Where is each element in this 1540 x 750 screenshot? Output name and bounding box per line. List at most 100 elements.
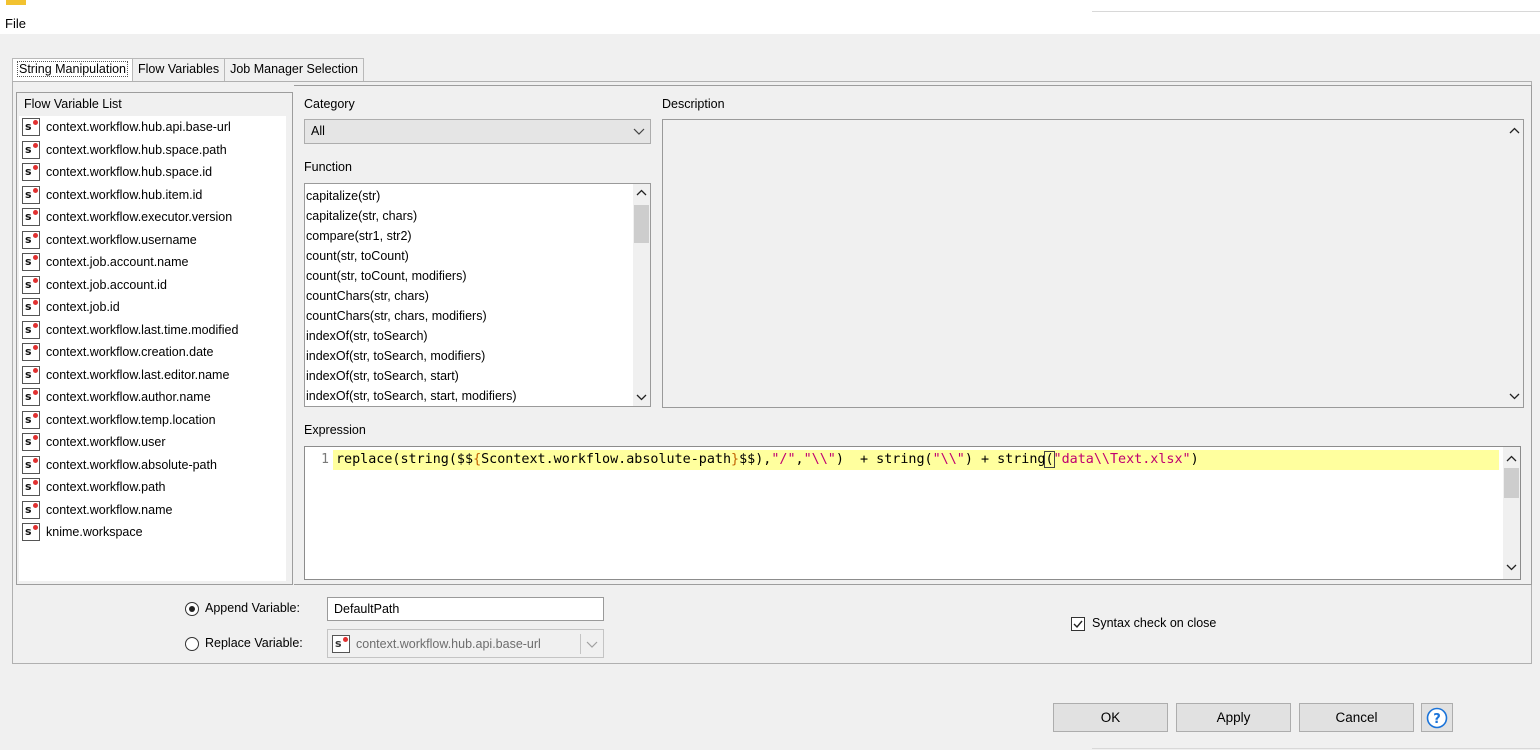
code-token: "\\": [932, 452, 965, 467]
flow-variable-name: context.workflow.absolute-path: [46, 457, 217, 472]
flow-variable-item[interactable]: s context.workflow.last.editor.name: [19, 364, 286, 387]
flow-variable-item[interactable]: s context.workflow.creation.date: [19, 341, 286, 364]
string-type-icon: s: [22, 320, 40, 339]
flow-variable-item[interactable]: s context.workflow.absolute-path: [19, 454, 286, 477]
function-item[interactable]: capitalize(str): [305, 186, 633, 206]
tab-string-manipulation[interactable]: String Manipulation: [12, 58, 134, 83]
category-select[interactable]: All: [304, 119, 651, 144]
code-token: ): [1190, 452, 1199, 467]
flow-variable-item[interactable]: s context.workflow.hub.space.path: [19, 139, 286, 162]
scroll-down-icon[interactable]: [1509, 391, 1520, 401]
string-type-icon: s: [22, 208, 40, 227]
string-type-icon: s: [22, 365, 40, 384]
function-item[interactable]: capitalize(str, chars): [305, 206, 633, 226]
code-token: "\\": [803, 452, 836, 467]
flow-variable-item[interactable]: s context.workflow.author.name: [19, 386, 286, 409]
flow-variable-name: context.workflow.username: [46, 232, 197, 247]
replace-variable-label: Replace Variable:: [205, 636, 303, 650]
flow-variable-name: context.job.id: [46, 300, 120, 315]
append-variable-label: Append Variable:: [205, 601, 300, 615]
tab-bar: String Manipulation Flow Variables Job M…: [12, 58, 364, 83]
menu-file[interactable]: File: [5, 16, 26, 31]
append-variable-input[interactable]: DefaultPath: [327, 597, 604, 621]
flow-variable-name: context.workflow.temp.location: [46, 412, 216, 427]
flow-variable-item[interactable]: s context.workflow.hub.space.id: [19, 161, 286, 184]
function-label: Function: [304, 160, 352, 174]
flow-variable-name: context.workflow.executor.version: [46, 210, 233, 225]
string-type-icon: s: [22, 433, 40, 452]
flow-variable-name: context.job.account.id: [46, 277, 167, 292]
function-item[interactable]: indexOf(str, toSearch, start, modifiers): [305, 386, 633, 406]
flow-variable-item[interactable]: s knime.workspace: [19, 521, 286, 544]
flow-variable-item[interactable]: s context.workflow.name: [19, 499, 286, 522]
code-token: }: [731, 452, 740, 467]
function-list[interactable]: capitalize(str) capitalize(str, chars) com…: [304, 183, 651, 407]
code-token: "/": [771, 452, 796, 467]
tab-job-manager-selection[interactable]: Job Manager Selection: [224, 58, 364, 81]
description-scrollbar[interactable]: [1506, 120, 1523, 407]
append-variable-radio[interactable]: [185, 602, 199, 616]
string-type-icon: s: [22, 163, 40, 182]
flow-variable-item[interactable]: s context.job.account.name: [19, 251, 286, 274]
syntax-check-checkbox[interactable]: [1071, 617, 1085, 631]
expression-label: Expression: [304, 423, 366, 437]
scroll-up-icon[interactable]: [1509, 126, 1520, 136]
replace-variable-radio[interactable]: [185, 637, 199, 651]
flow-variable-item[interactable]: s context.workflow.path: [19, 476, 286, 499]
flow-variable-name: knime.workspace: [46, 525, 143, 540]
code-token: Scontext.workflow.absolute-path: [481, 452, 732, 467]
code-token: (: [1044, 451, 1055, 468]
string-type-icon: s: [22, 500, 40, 519]
code-token: {: [473, 452, 482, 467]
function-item[interactable]: countChars(str, chars, modifiers): [305, 306, 633, 326]
function-item[interactable]: count(str, toCount, modifiers): [305, 266, 633, 286]
string-type-icon: s: [22, 275, 40, 294]
flow-variable-item[interactable]: s context.workflow.temp.location: [19, 409, 286, 432]
scroll-up-icon[interactable]: [636, 188, 647, 198]
flow-variable-item[interactable]: s context.workflow.hub.item.id: [19, 184, 286, 207]
function-item[interactable]: countChars(str, chars): [305, 286, 633, 306]
tab-label: String Manipulation: [16, 61, 129, 77]
flow-variable-item[interactable]: s context.job.id: [19, 296, 286, 319]
tab-flow-variables[interactable]: Flow Variables: [132, 58, 226, 81]
code-token: ) + string: [964, 452, 1046, 467]
flow-variable-item[interactable]: s context.workflow.user: [19, 431, 286, 454]
string-type-icon: s: [22, 230, 40, 249]
scroll-down-icon[interactable]: [636, 392, 647, 402]
replace-variable-select[interactable]: s context.workflow.hub.api.base-url: [327, 629, 604, 658]
flow-variable-item[interactable]: s context.workflow.executor.version: [19, 206, 286, 229]
expression-scrollbar[interactable]: [1503, 447, 1520, 579]
description-panel: [662, 119, 1524, 408]
string-type-icon: s: [22, 140, 40, 159]
scroll-down-icon[interactable]: [1506, 562, 1517, 572]
expression-code[interactable]: replace(string($${Scontext.workflow.abso…: [336, 450, 1199, 470]
ok-button[interactable]: OK: [1053, 703, 1168, 732]
string-type-icon: s: [22, 343, 40, 362]
function-item[interactable]: indexOf(str, toSearch, start): [305, 366, 633, 386]
scroll-up-icon[interactable]: [1506, 454, 1517, 464]
cancel-button[interactable]: Cancel: [1299, 703, 1414, 732]
apply-button[interactable]: Apply: [1176, 703, 1291, 732]
expression-editor[interactable]: 1 replace(string($${Scontext.workflow.ab…: [304, 446, 1521, 580]
scroll-thumb[interactable]: [634, 205, 649, 243]
scroll-thumb[interactable]: [1504, 468, 1519, 498]
flow-variable-name: context.workflow.path: [46, 480, 166, 495]
flow-variable-item[interactable]: s context.workflow.last.time.modified: [19, 319, 286, 342]
flow-variable-list[interactable]: s context.workflow.hub.api.base-url s conte…: [19, 116, 286, 581]
function-item[interactable]: indexOf(str, toSearch): [305, 326, 633, 346]
code-token: ) + string(: [835, 452, 933, 467]
flow-variable-name: context.workflow.author.name: [46, 390, 211, 405]
footer-divider: [1092, 748, 1540, 749]
string-type-icon: s: [22, 523, 40, 542]
select-divider: [580, 634, 581, 654]
string-type-icon: s: [22, 455, 40, 474]
flow-variable-item[interactable]: s context.workflow.hub.api.base-url: [19, 116, 286, 139]
function-item[interactable]: count(str, toCount): [305, 246, 633, 266]
help-button[interactable]: ?: [1421, 703, 1453, 732]
string-type-icon: s: [22, 118, 40, 137]
flow-variable-item[interactable]: s context.workflow.username: [19, 229, 286, 252]
function-item[interactable]: indexOf(str, toSearch, modifiers): [305, 346, 633, 366]
function-list-scrollbar[interactable]: [633, 184, 650, 406]
function-item[interactable]: compare(str1, str2): [305, 226, 633, 246]
flow-variable-item[interactable]: s context.job.account.id: [19, 274, 286, 297]
